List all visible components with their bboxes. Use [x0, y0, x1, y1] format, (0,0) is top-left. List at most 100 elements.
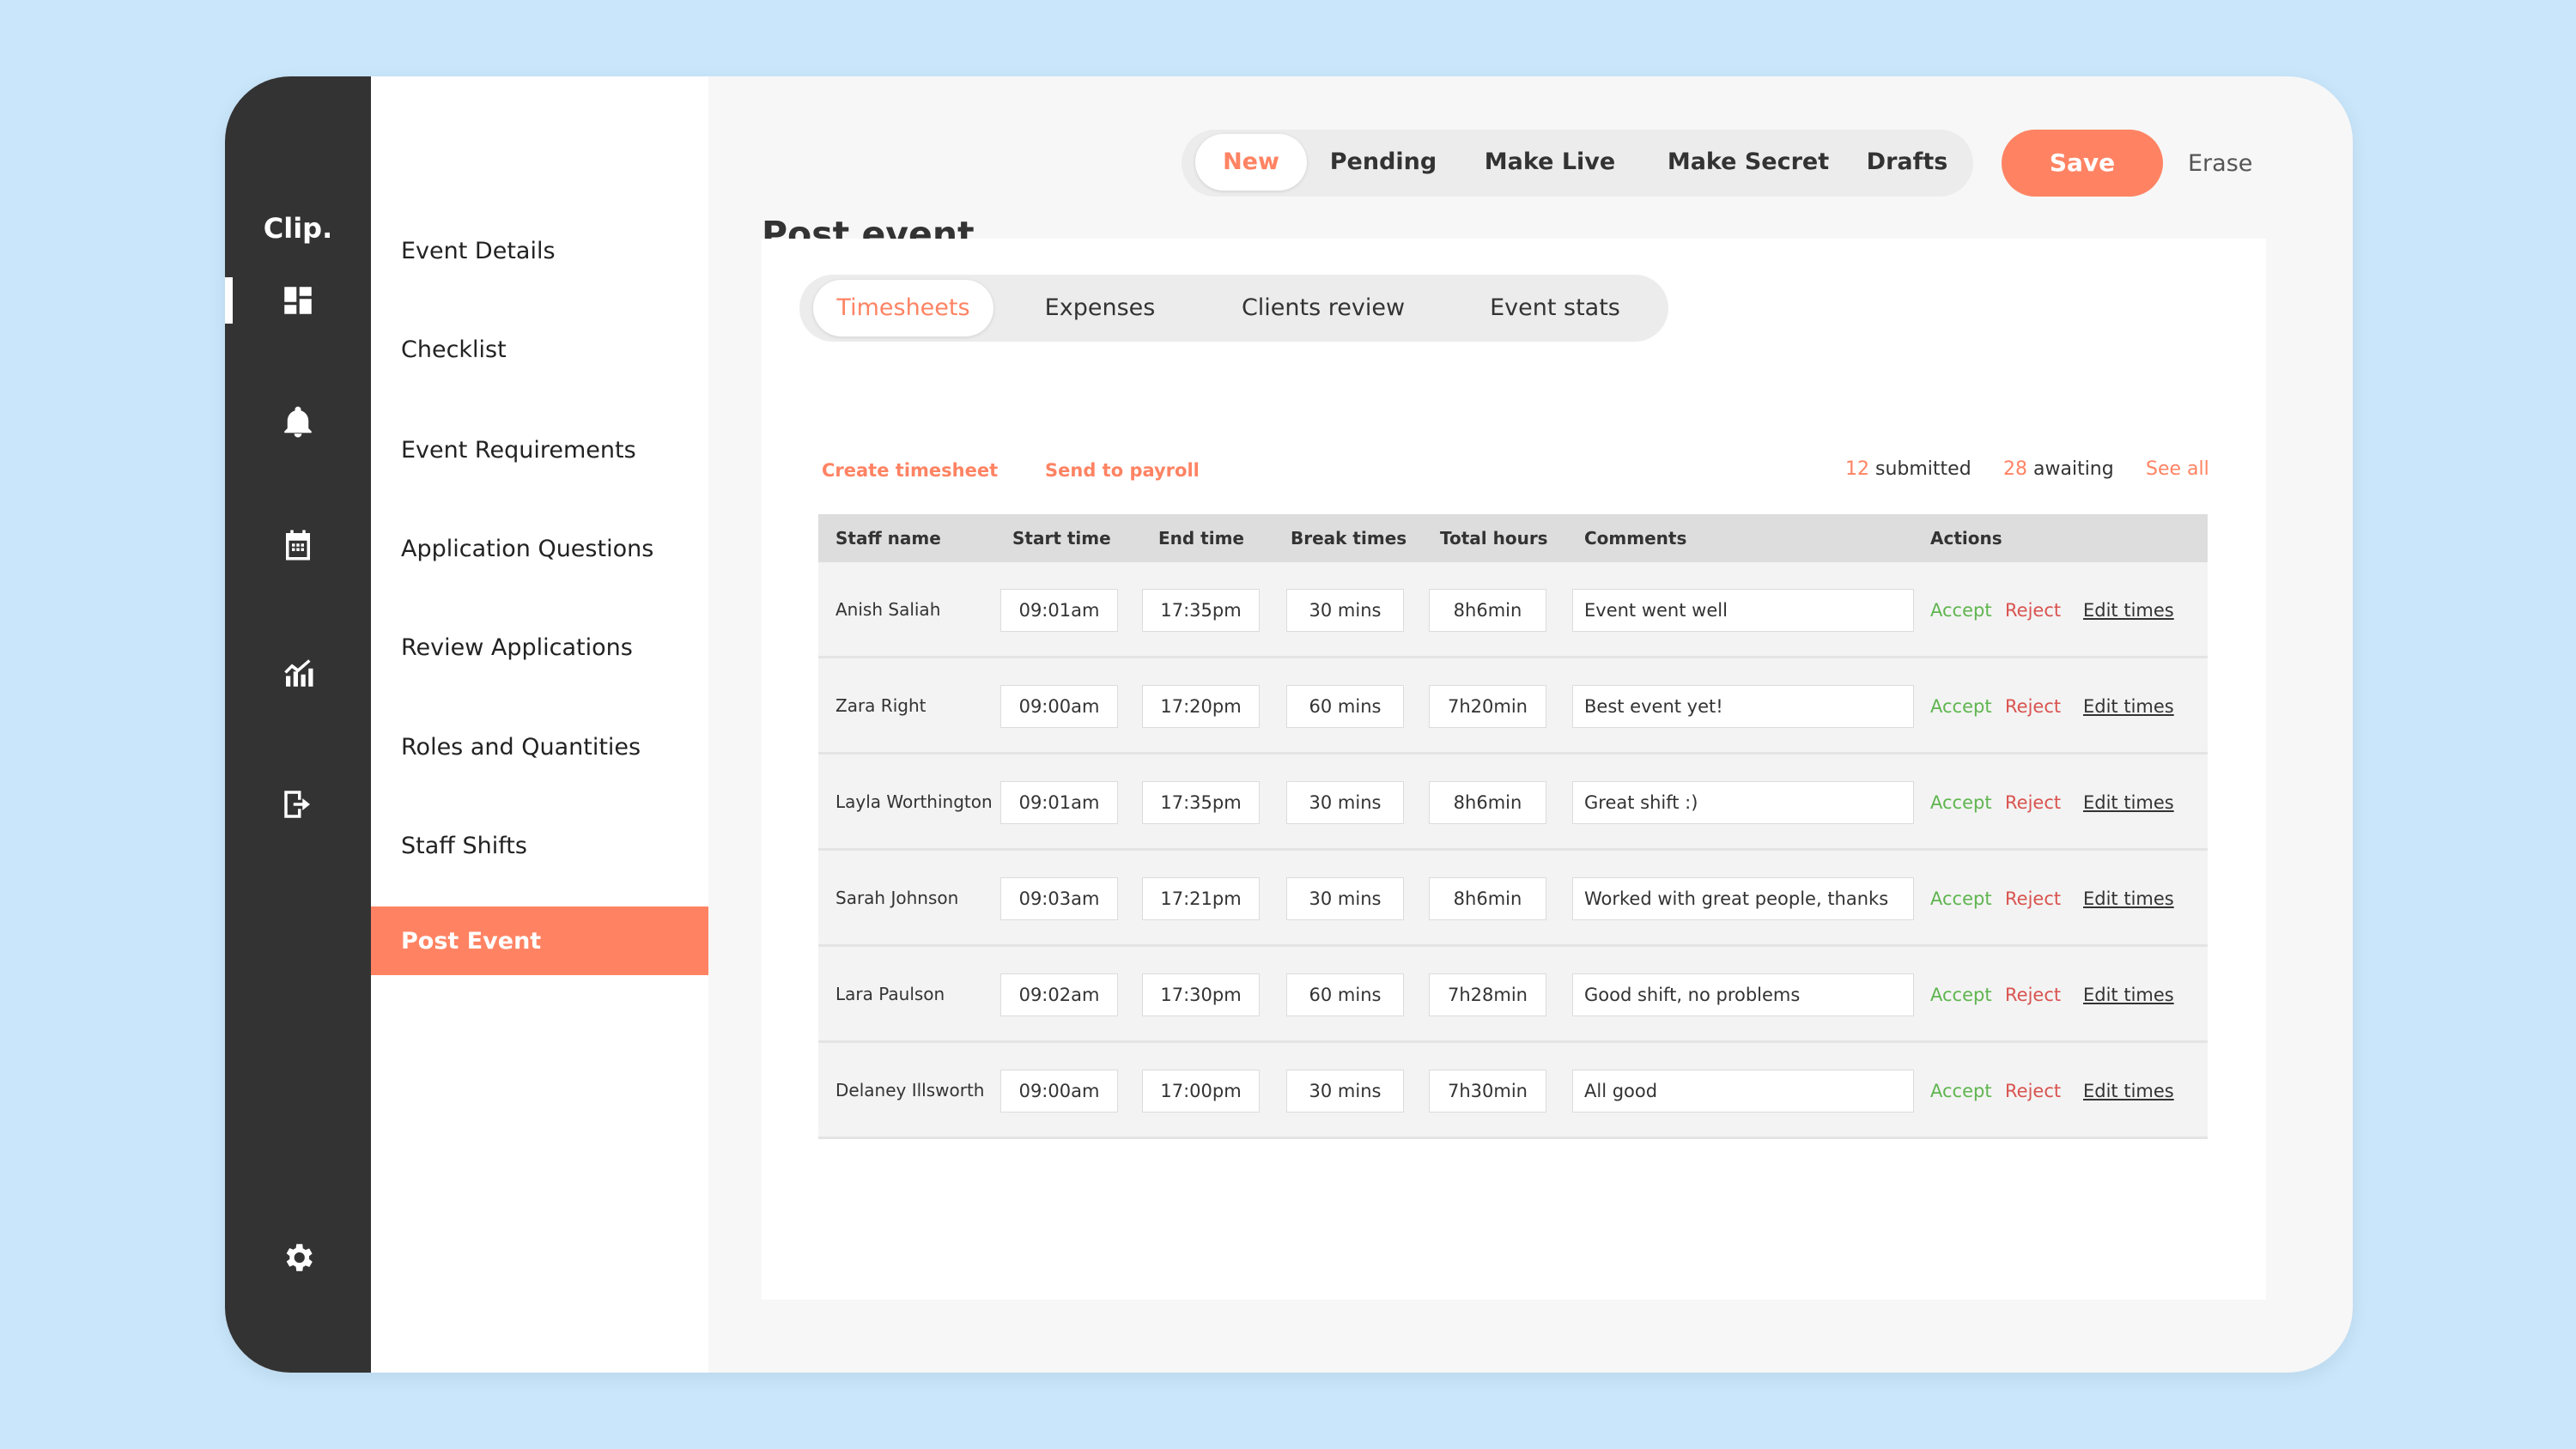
total-hours-field[interactable]: 8h6min: [1429, 781, 1546, 824]
break-time-field[interactable]: 60 mins: [1286, 685, 1404, 728]
start-time-field[interactable]: 09:01am: [1000, 589, 1118, 632]
break-time-field[interactable]: 30 mins: [1286, 781, 1404, 824]
accept-button[interactable]: Accept: [1930, 658, 1992, 755]
awaiting-number: 28: [2003, 458, 2027, 480]
total-hours-field[interactable]: 7h30min: [1429, 1070, 1546, 1113]
accept-button[interactable]: Accept: [1930, 1043, 1992, 1139]
tab-clients-review[interactable]: Clients review: [1212, 275, 1435, 342]
tab-timesheets[interactable]: Timesheets: [813, 280, 993, 336]
reject-button[interactable]: Reject: [2005, 947, 2061, 1043]
edit-times-link[interactable]: Edit times: [2083, 947, 2174, 1043]
end-time-field[interactable]: 17:20pm: [1142, 685, 1260, 728]
table-row: Lara Paulson 09:02am 17:30pm 60 mins 7h2…: [818, 947, 2208, 1043]
tab-expenses[interactable]: Expenses: [1014, 275, 1186, 342]
status-tab-make-secret[interactable]: Make Secret: [1645, 134, 1851, 191]
staff-name: Delaney Illsworth: [835, 1080, 985, 1100]
column-end-time: End time: [1158, 528, 1244, 549]
submitted-number: 12: [1845, 458, 1869, 480]
bell-icon[interactable]: [274, 398, 322, 446]
status-tab-make-live[interactable]: Make Live: [1468, 134, 1631, 191]
submitted-count: 12 submitted: [1845, 458, 1971, 480]
accept-button[interactable]: Accept: [1930, 947, 1992, 1043]
start-time-field[interactable]: 09:00am: [1000, 685, 1118, 728]
accept-button[interactable]: Accept: [1930, 562, 1992, 658]
edit-times-link[interactable]: Edit times: [2083, 851, 2174, 947]
staff-name: Sarah Johnson: [835, 888, 959, 908]
comment-field[interactable]: Event went well: [1572, 589, 1914, 632]
status-tabs: New Pending Make Live Make Secret Drafts: [1182, 130, 1973, 197]
column-actions: Actions: [1930, 528, 2002, 549]
accept-button[interactable]: Accept: [1930, 851, 1992, 947]
table-row: Sarah Johnson 09:03am 17:21pm 30 mins 8h…: [818, 851, 2208, 947]
status-tab-pending[interactable]: Pending: [1319, 134, 1448, 191]
accept-button[interactable]: Accept: [1930, 755, 1992, 851]
start-time-field[interactable]: 09:03am: [1000, 877, 1118, 920]
reject-button[interactable]: Reject: [2005, 755, 2061, 851]
timesheet-card: Timesheets Expenses Clients review Event…: [762, 239, 2266, 1300]
break-time-field[interactable]: 30 mins: [1286, 877, 1404, 920]
edit-times-link[interactable]: Edit times: [2083, 562, 2174, 658]
analytics-icon[interactable]: [274, 649, 322, 697]
create-timesheet-link[interactable]: Create timesheet: [822, 460, 998, 481]
total-hours-field[interactable]: 8h6min: [1429, 589, 1546, 632]
total-hours-field[interactable]: 7h20min: [1429, 685, 1546, 728]
awaiting-label: awaiting: [2033, 458, 2114, 480]
edit-times-link[interactable]: Edit times: [2083, 658, 2174, 755]
staff-name: Lara Paulson: [835, 984, 945, 1004]
start-time-field[interactable]: 09:01am: [1000, 781, 1118, 824]
edit-times-link[interactable]: Edit times: [2083, 1043, 2174, 1139]
nav-item-event-details[interactable]: Event Details: [371, 216, 708, 285]
nav-item-post-event[interactable]: Post Event: [371, 906, 708, 975]
comment-field[interactable]: Good shift, no problems: [1572, 973, 1914, 1016]
send-to-payroll-link[interactable]: Send to payroll: [1045, 460, 1200, 481]
rail-active-indicator: [225, 277, 233, 324]
nav-item-checklist[interactable]: Checklist: [371, 315, 708, 384]
end-time-field[interactable]: 17:35pm: [1142, 589, 1260, 632]
break-time-field[interactable]: 60 mins: [1286, 973, 1404, 1016]
column-staff-name: Staff name: [835, 528, 941, 549]
comment-field[interactable]: Worked with great people, thanks: [1572, 877, 1914, 920]
nav-item-review-applications[interactable]: Review Applications: [371, 613, 708, 682]
start-time-field[interactable]: 09:02am: [1000, 973, 1118, 1016]
end-time-field[interactable]: 17:00pm: [1142, 1070, 1260, 1113]
comment-field[interactable]: Great shift :): [1572, 781, 1914, 824]
start-time-field[interactable]: 09:00am: [1000, 1070, 1118, 1113]
table-row: Layla Worthington 09:01am 17:35pm 30 min…: [818, 755, 2208, 851]
see-all-link[interactable]: See all: [2146, 458, 2209, 480]
gear-icon[interactable]: [274, 1234, 322, 1282]
edit-times-link[interactable]: Edit times: [2083, 755, 2174, 851]
status-tab-drafts[interactable]: Drafts: [1860, 134, 1954, 191]
staff-name: Anish Saliah: [835, 599, 941, 620]
total-hours-field[interactable]: 7h28min: [1429, 973, 1546, 1016]
reject-button[interactable]: Reject: [2005, 658, 2061, 755]
break-time-field[interactable]: 30 mins: [1286, 1070, 1404, 1113]
calendar-icon[interactable]: [274, 521, 322, 569]
end-time-field[interactable]: 17:35pm: [1142, 781, 1260, 824]
app-window: Clip. Event Details Checklist Event Requ…: [225, 76, 2353, 1373]
column-total-hours: Total hours: [1440, 528, 1548, 549]
status-tab-new[interactable]: New: [1195, 134, 1307, 191]
dashboard-icon[interactable]: [274, 276, 322, 324]
tab-event-stats[interactable]: Event stats: [1461, 275, 1649, 342]
column-break-times: Break times: [1291, 528, 1407, 549]
reject-button[interactable]: Reject: [2005, 1043, 2061, 1139]
erase-button[interactable]: Erase: [2188, 150, 2252, 177]
nav-item-roles-and-quantities[interactable]: Roles and Quantities: [371, 712, 708, 781]
end-time-field[interactable]: 17:21pm: [1142, 877, 1260, 920]
break-time-field[interactable]: 30 mins: [1286, 589, 1404, 632]
save-button[interactable]: Save: [2002, 130, 2163, 197]
event-nav: Event Details Checklist Event Requiremen…: [371, 76, 708, 1373]
nav-item-staff-shifts[interactable]: Staff Shifts: [371, 811, 708, 880]
end-time-field[interactable]: 17:30pm: [1142, 973, 1260, 1016]
logout-icon[interactable]: [274, 780, 322, 828]
nav-item-application-questions[interactable]: Application Questions: [371, 514, 708, 583]
nav-item-event-requirements[interactable]: Event Requirements: [371, 415, 708, 484]
icon-rail: Clip.: [225, 76, 371, 1373]
comment-field[interactable]: All good: [1572, 1070, 1914, 1113]
table-row: Zara Right 09:00am 17:20pm 60 mins 7h20m…: [818, 658, 2208, 755]
reject-button[interactable]: Reject: [2005, 851, 2061, 947]
comment-field[interactable]: Best event yet!: [1572, 685, 1914, 728]
total-hours-field[interactable]: 8h6min: [1429, 877, 1546, 920]
column-start-time: Start time: [1012, 528, 1111, 549]
reject-button[interactable]: Reject: [2005, 562, 2061, 658]
